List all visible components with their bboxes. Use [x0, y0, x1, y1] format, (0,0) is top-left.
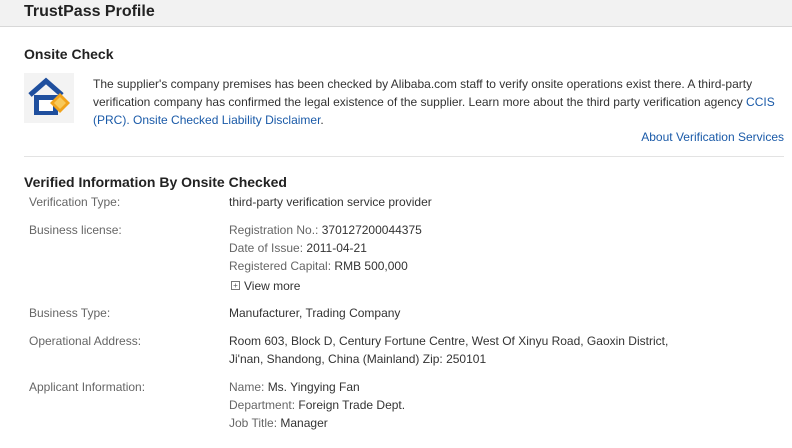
expand-plus-icon: + [231, 281, 240, 290]
operational-address-line1: Room 603, Block D, Century Fortune Centr… [229, 334, 669, 348]
disclaimer-period: . [320, 113, 324, 127]
applicant-job-title-value: Manager [280, 416, 328, 430]
onsite-description-text: The supplier's company premises has been… [93, 77, 753, 109]
onsite-check-description: The supplier's company premises has been… [93, 75, 785, 129]
registration-number-row: Registration No.: 370127200044375 [229, 223, 422, 237]
registered-capital-key: Registered Capital: [229, 259, 332, 273]
verification-type-value: third-party verification service provide… [229, 195, 432, 209]
date-of-issue-row: Date of Issue: 2011-04-21 [229, 241, 367, 255]
view-more-button[interactable]: + View more [231, 277, 300, 293]
view-more-label: View more [244, 278, 301, 293]
business-type-value: Manufacturer, Trading Company [229, 306, 401, 320]
date-of-issue-key: Date of Issue: [229, 241, 304, 255]
applicant-job-title-row: Job Title: Manager [229, 416, 328, 430]
applicant-department-key: Department: [229, 398, 296, 412]
business-type-label: Business Type: [29, 306, 111, 320]
business-license-label: Business license: [29, 223, 122, 237]
applicant-department-row: Department: Foreign Trade Dept. [229, 398, 405, 412]
verification-type-label: Verification Type: [29, 195, 121, 209]
page-header: TrustPass Profile [0, 0, 792, 27]
applicant-department-value: Foreign Trade Dept. [298, 398, 406, 412]
liability-disclaimer-link[interactable]: Onsite Checked Liability Disclaimer [133, 113, 320, 127]
page-title: TrustPass Profile [24, 3, 155, 20]
applicant-job-title-key: Job Title: [229, 416, 278, 430]
verified-information-title: Verified Information By Onsite Checked [24, 174, 287, 190]
registration-number-key: Registration No.: [229, 223, 319, 237]
registered-capital-row: Registered Capital: RMB 500,000 [229, 259, 408, 273]
applicant-name-row: Name: Ms. Yingying Fan [229, 380, 360, 394]
section-divider [24, 156, 784, 157]
applicant-information-label: Applicant Information: [29, 380, 146, 394]
applicant-name-key: Name: [229, 380, 265, 394]
applicant-name-value: Ms. Yingying Fan [267, 380, 360, 394]
registered-capital-value: RMB 500,000 [334, 259, 408, 273]
date-of-issue-value: 2011-04-21 [306, 241, 367, 255]
registration-number-value: 370127200044375 [321, 223, 422, 237]
onsite-check-title: Onsite Check [24, 46, 114, 62]
about-verification-services-link[interactable]: About Verification Services [641, 130, 784, 144]
operational-address-line2: Ji'nan, Shandong, China (Mainland) Zip: … [229, 352, 487, 366]
operational-address-label: Operational Address: [29, 334, 142, 348]
house-check-icon [24, 73, 74, 123]
